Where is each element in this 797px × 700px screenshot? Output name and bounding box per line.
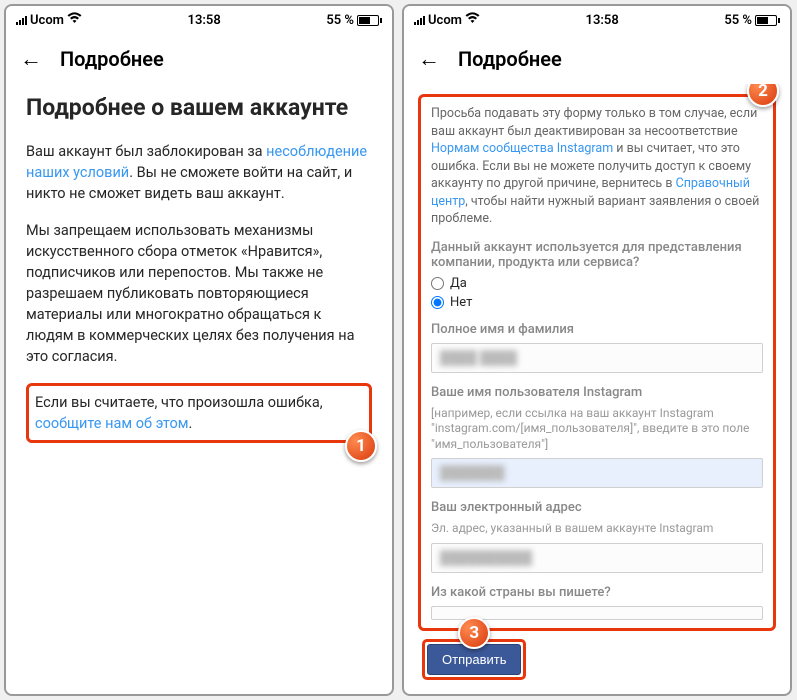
page-header: ← Подробнее [6,34,392,84]
form-area: 2 Просьба подавать эту форму только в то… [404,84,790,694]
paragraph-rules: Мы запрещаем использовать механизмы иску… [26,220,372,367]
header-title: Подробнее [60,47,164,71]
phone-screen-right: Ucom 13:58 55 % ← Подробнее 2 Просьба по… [402,4,792,696]
fullname-input[interactable]: ████ ████ [431,343,763,373]
back-arrow-icon[interactable]: ← [20,46,42,72]
paragraph-blocked: Ваш аккаунт был заблокирован за несоблюд… [26,141,372,204]
battery-percent: 55 % [326,13,354,28]
hint-username: [например, если ссылка на ваш аккаунт In… [431,406,763,453]
header-title: Подробнее [458,47,562,71]
status-time: 13:58 [188,13,221,28]
community-guidelines-link[interactable]: Нормам сообщества Instagram [431,141,613,156]
battery-icon [357,15,382,26]
wifi-icon [67,12,82,28]
label-country: Из какой страны вы пишете? [431,585,763,600]
paragraph-report: Если вы считаете, что произошла ошибка, … [35,392,363,434]
callout-marker-2: 2 [747,84,779,107]
battery-percent: 55 % [724,13,752,28]
phone-screen-left: Ucom 13:58 55 % ← Подробнее Подробнее о … [4,4,394,696]
label-fullname: Полное имя и фамилия [431,322,763,337]
battery-icon [755,15,780,26]
wifi-icon [465,12,480,28]
status-bar: Ucom 13:58 55 % [6,6,392,34]
label-email: Ваш электронный адрес [431,500,763,515]
username-input[interactable]: ███████ [431,458,763,488]
form-intro: Просьба подавать эту форму только в том … [431,105,763,228]
hint-email: Эл. адрес, указанный в вашем аккаунте In… [431,521,763,537]
carrier-label: Ucom [30,13,64,28]
carrier-label: Ucom [428,13,462,28]
radio-yes-row[interactable]: Да [431,276,763,291]
email-input[interactable]: ██████████ [431,543,763,573]
label-company-question: Данный аккаунт используется для представ… [431,240,763,270]
label-username: Ваше имя пользователя Instagram [431,385,763,400]
radio-no-row[interactable]: Нет [431,295,763,310]
status-bar: Ucom 13:58 55 % [404,6,790,34]
content-area: Подробнее о вашем аккаунте Ваш аккаунт б… [6,84,392,694]
callout-marker-1: 1 [345,430,377,462]
page-header: ← Подробнее [404,34,790,84]
status-time: 13:58 [586,13,619,28]
radio-no[interactable] [431,296,444,309]
page-title: Подробнее о вашем аккаунте [26,94,372,123]
radio-yes[interactable] [431,277,444,290]
report-link[interactable]: сообщите нам об этом [35,415,189,432]
highlight-form: 2 Просьба подавать эту форму только в то… [418,94,776,631]
signal-icon [414,16,425,25]
highlight-report-error: Если вы считаете, что произошла ошибка, … [26,383,372,443]
signal-icon [16,16,27,25]
back-arrow-icon[interactable]: ← [418,46,440,72]
callout-marker-3: 3 [458,617,490,649]
